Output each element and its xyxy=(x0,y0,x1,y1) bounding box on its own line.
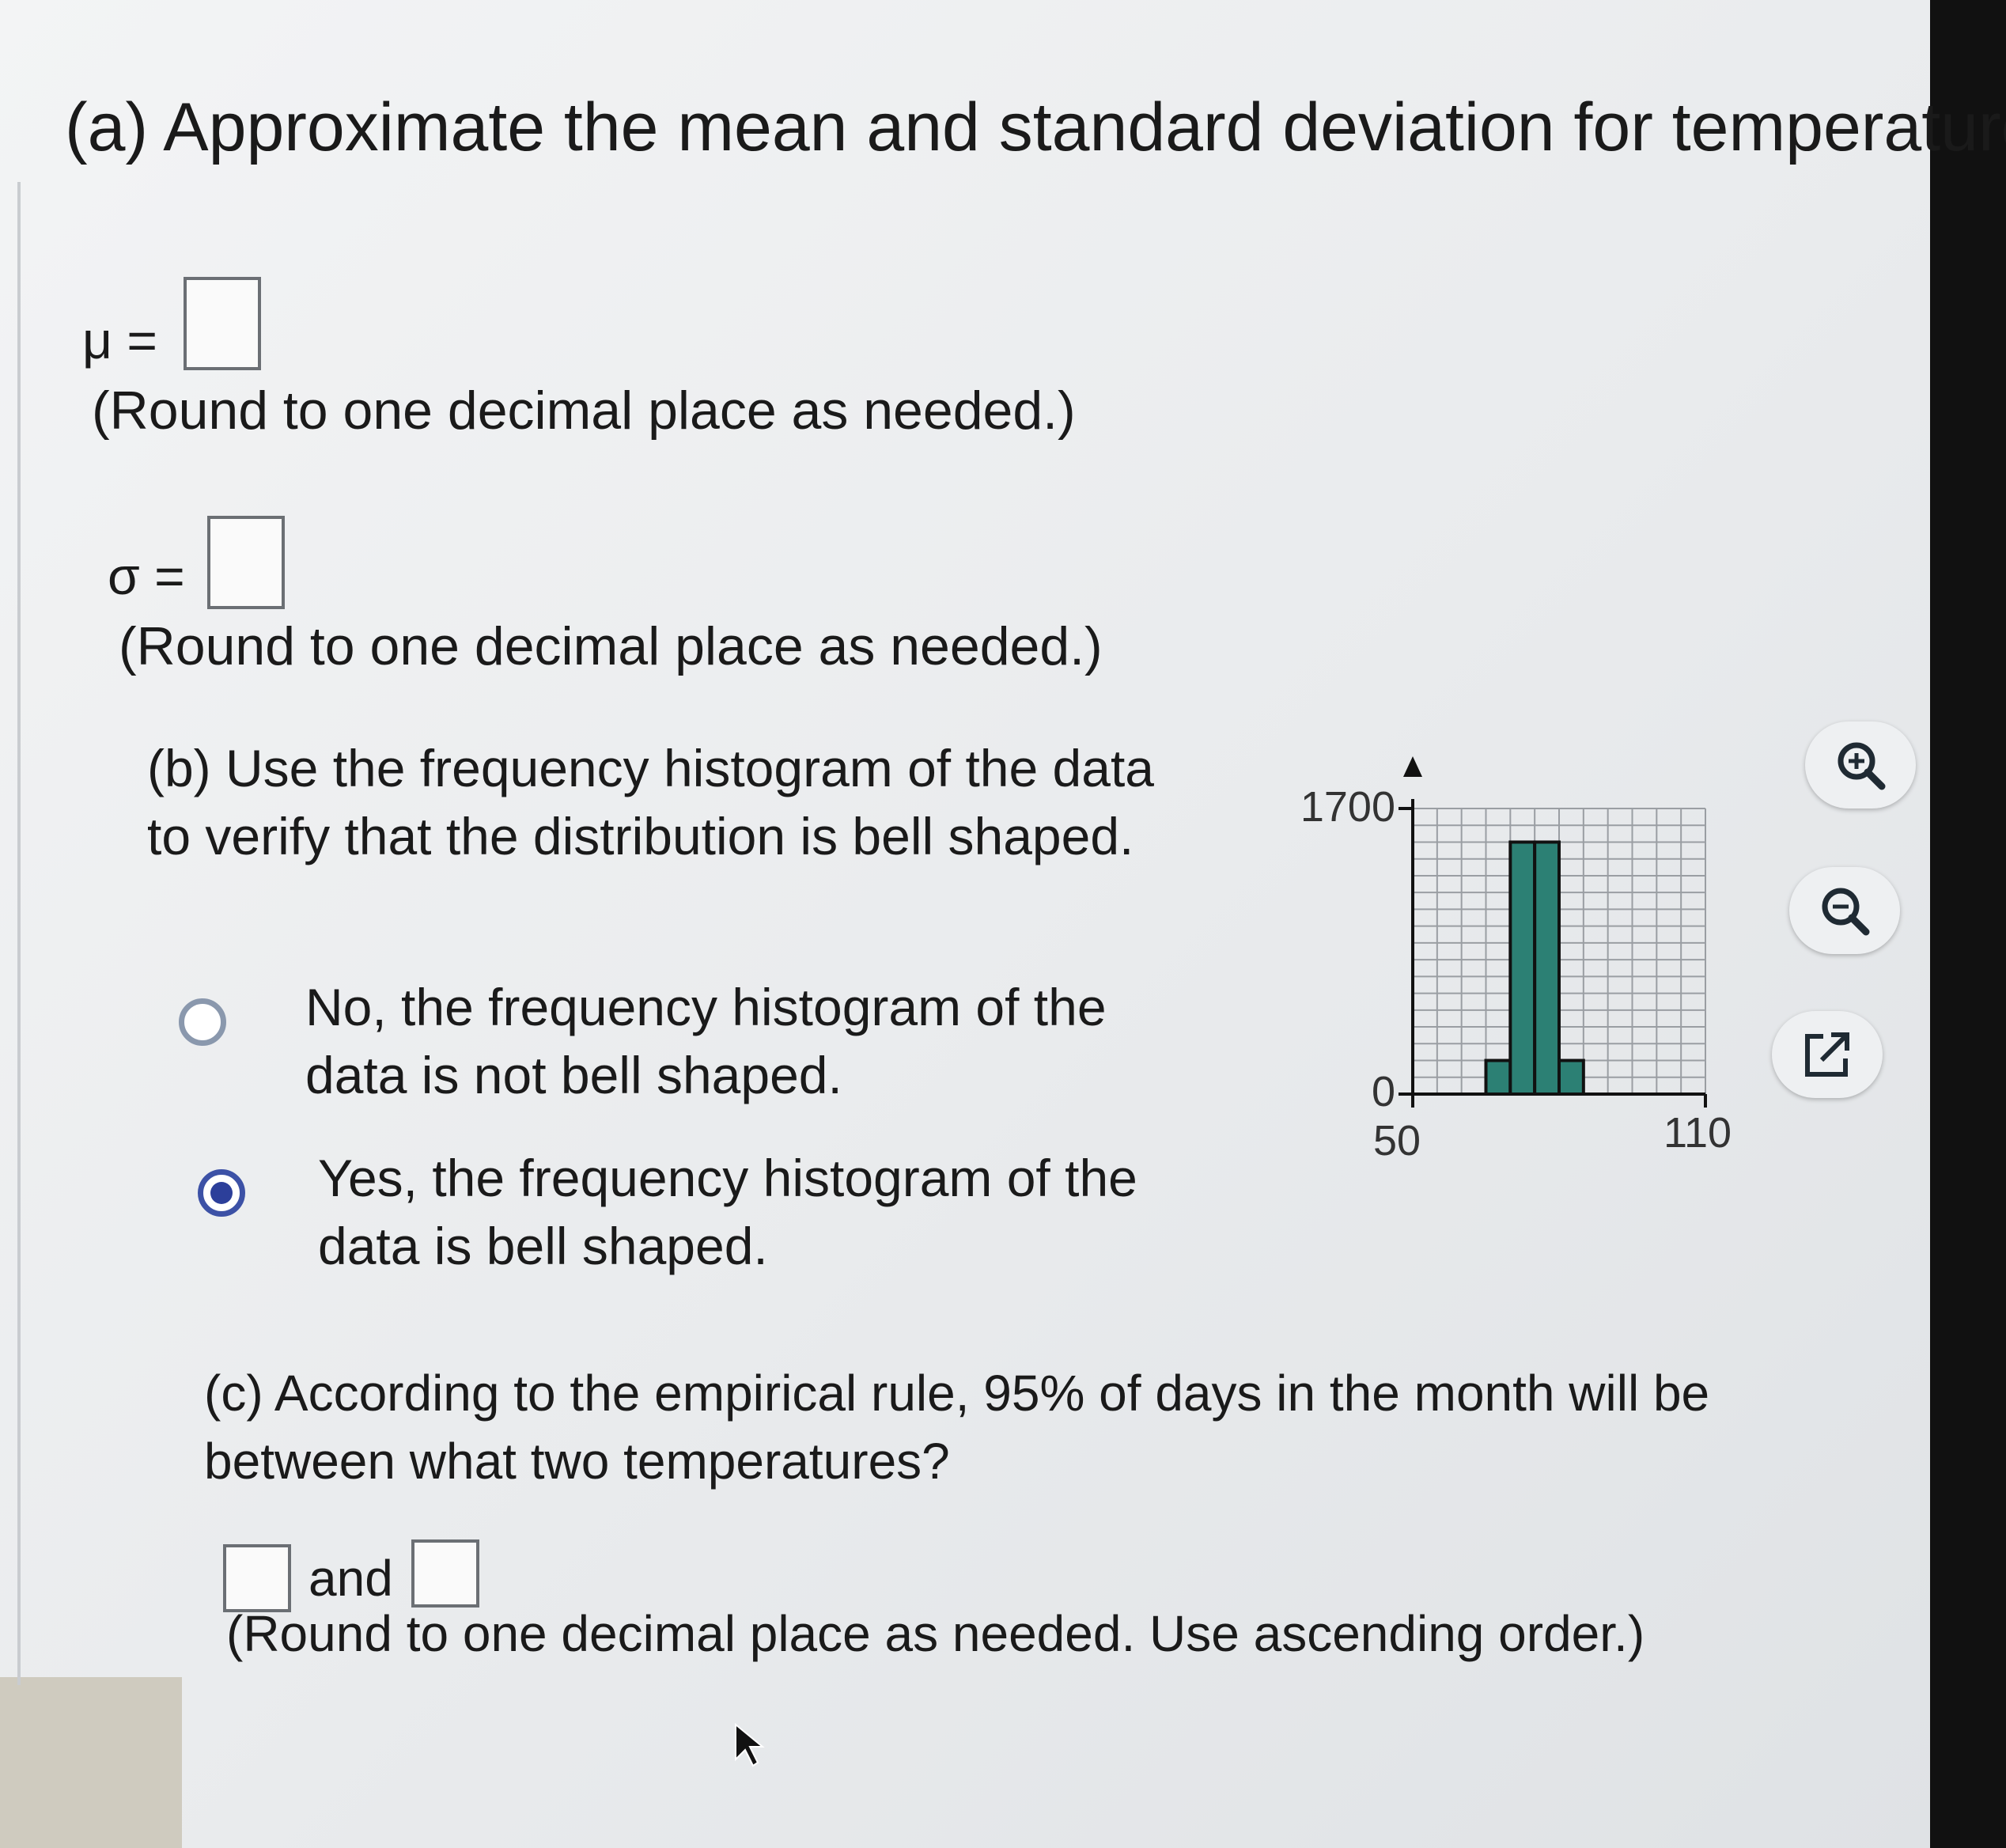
x-tick-label-max: 110 xyxy=(1663,1109,1732,1157)
selected-dot xyxy=(210,1182,233,1204)
option-yes-line2: data is bell shaped. xyxy=(318,1217,768,1275)
mu-round-note: (Round to one decimal place as needed.) xyxy=(92,381,1076,441)
option-no-text[interactable]: No, the frequency histogram of the data … xyxy=(305,973,1107,1109)
sigma-answer-input[interactable] xyxy=(207,516,285,609)
question-c-line2: between what two temperatures? xyxy=(204,1433,950,1490)
option-no-radio[interactable] xyxy=(179,998,226,1046)
mu-answer-input[interactable] xyxy=(184,277,261,370)
zoom-in-icon xyxy=(1838,742,1886,790)
lower-bound-input[interactable] xyxy=(223,1544,291,1612)
desk-corner xyxy=(0,1677,182,1848)
histogram-bar xyxy=(1484,1058,1512,1096)
histogram-bars xyxy=(1484,840,1585,1096)
question-b-line1: (b) Use the frequency histogram of the d… xyxy=(147,739,1155,797)
zoom-in-button[interactable] xyxy=(1805,721,1916,808)
y-tick-label-max: 1700 xyxy=(1300,783,1395,831)
option-no-line1: No, the frequency histogram of the xyxy=(305,978,1107,1036)
option-yes-line1: Yes, the frequency histogram of the xyxy=(318,1149,1137,1207)
mu-label: μ = xyxy=(82,311,157,369)
upper-bound-input[interactable] xyxy=(411,1539,479,1608)
question-a-title: (a) Approximate the mean and standard de… xyxy=(65,89,2006,165)
option-no-line2: data is not bell shaped. xyxy=(305,1046,842,1104)
y-axis-arrow-icon xyxy=(1403,756,1422,777)
x-tick-label-min: 50 xyxy=(1373,1117,1421,1164)
cursor-arrow-icon xyxy=(735,1722,765,1767)
histogram-bar xyxy=(1533,840,1561,1096)
option-yes-text[interactable]: Yes, the frequency histogram of the data… xyxy=(318,1144,1137,1280)
option-yes-radio[interactable] xyxy=(198,1169,245,1217)
question-c-line1: (c) According to the empirical rule, 95%… xyxy=(204,1365,1710,1422)
histogram-bar xyxy=(1508,840,1537,1096)
external-link-icon xyxy=(1805,1032,1849,1077)
part-c-round-note: (Round to one decimal place as needed. U… xyxy=(226,1605,1645,1662)
page-margin-line xyxy=(17,182,21,1685)
question-c-prompt: (c) According to the empirical rule, 95%… xyxy=(204,1359,1709,1495)
question-b-prompt: (b) Use the frequency histogram of the d… xyxy=(147,734,1154,870)
histogram-bar xyxy=(1557,1058,1585,1096)
zoom-out-button[interactable] xyxy=(1789,867,1900,954)
sigma-round-note: (Round to one decimal place as needed.) xyxy=(119,616,1103,676)
zoom-out-icon xyxy=(1822,888,1870,936)
y-tick-label-min: 0 xyxy=(1372,1068,1395,1115)
and-label: and xyxy=(308,1550,393,1607)
question-b-line2: to verify that the distribution is bell … xyxy=(147,807,1134,865)
open-new-window-button[interactable] xyxy=(1772,1011,1883,1098)
frequency-histogram: 1700 0 50 110 xyxy=(1300,756,1732,1164)
sigma-label: σ = xyxy=(108,547,185,605)
monitor-bezel xyxy=(1930,0,2006,1848)
